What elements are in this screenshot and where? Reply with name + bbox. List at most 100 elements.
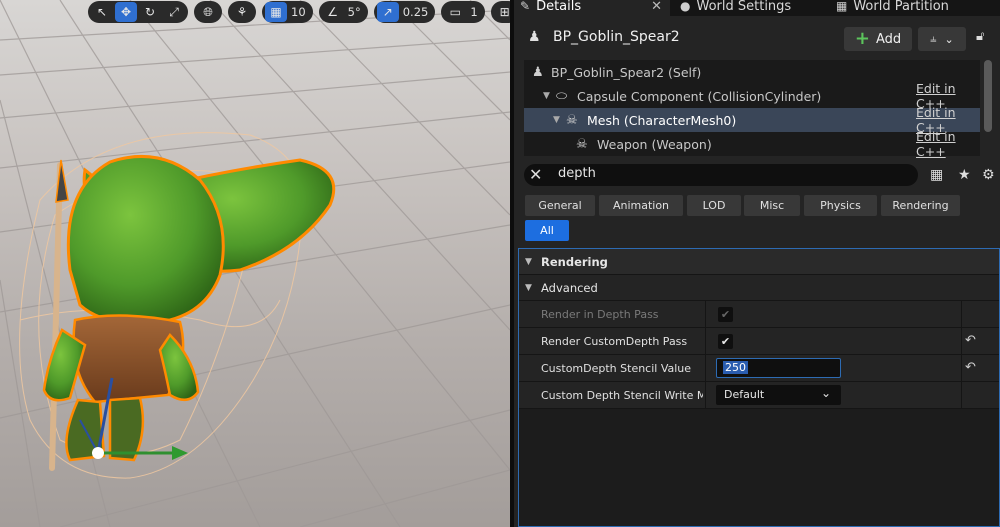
plus-icon: + [854,28,870,49]
tab-details[interactable]: ✎ Details ✕ [514,0,670,16]
search-value: depth [558,166,596,181]
component-label: Capsule Component (CollisionCylinder) [577,88,822,104]
lock-icon[interactable]: 🔓︎ [976,29,984,44]
category-label: Rendering [541,254,608,269]
tab-world-partition-label: World Partition [853,0,949,14]
camera-icon[interactable]: ▭ [444,2,466,22]
stencil-write-mask-dropdown[interactable]: Default ⌄ [716,385,841,405]
layout-toggle[interactable]: ⊞ [490,1,510,23]
grid-snap-group: ▦ 10 [262,1,313,23]
level-viewport[interactable]: ↖ ✥ ↻ ⤢ 🌐︎ ⚘ ▦ 10 ∠ 5° ↗ 0.25 ▭ 1 ⊞ [0,0,510,527]
filter-physics[interactable]: Physics [804,195,877,216]
component-label: BP_Goblin_Spear2 (Self) [551,64,702,80]
scale-snap-icon[interactable]: ↗ [376,2,399,22]
tab-details-label: Details [536,0,582,14]
panel-tabs: ✎ Details ✕ ● World Settings ▦ World Par… [514,0,1000,16]
search-input[interactable]: ✕ depth [524,164,918,186]
property-name: Render CustomDepth Pass [541,335,688,348]
pawn-icon: ♟ [532,64,544,80]
rotate-icon[interactable]: ↻ [139,2,161,22]
divider [705,328,706,354]
tree-row-self[interactable]: ♟ BP_Goblin_Spear2 (Self) [524,60,980,84]
component-tree: ♟ BP_Goblin_Spear2 (Self) ▼ ⬭ Capsule Co… [524,60,980,159]
layout-grid-icon[interactable]: ⊞ [494,2,510,22]
blueprint-options-button[interactable]: ⫨ ⌄ [918,27,966,51]
grid-snap-icon[interactable]: ▦ [265,2,287,22]
divider [961,355,962,381]
select-icon[interactable]: ↖ [91,2,113,22]
tree-row-mesh[interactable]: ▼ ☠ Mesh (CharacterMesh0) Edit in C++ [524,105,980,135]
close-icon[interactable]: ✕ [651,0,662,14]
collapse-arrow-icon: ▼ [525,256,532,267]
filter-rendering[interactable]: Rendering [881,195,960,216]
world-space-toggle[interactable]: 🌐︎ [194,1,222,23]
tree-scrollbar[interactable] [984,60,992,132]
filter-lod[interactable]: LOD [687,195,741,216]
table-view-icon[interactable]: ▦ [930,167,943,183]
globe-icon: ● [680,0,691,13]
filter-general[interactable]: General [525,195,595,216]
actor-name: BP_Goblin_Spear2 [553,29,680,45]
divider [961,382,962,408]
viewport-toolbar: ↖ ✥ ↻ ⤢ 🌐︎ ⚘ ▦ 10 ∠ 5° ↗ 0.25 ▭ 1 ⊞ [88,0,510,24]
pawn-icon: ♟ [528,29,541,45]
scale-snap-value[interactable]: 0.25 [401,5,433,19]
star-icon[interactable]: ★ [958,167,971,183]
skeleton-icon: ☠ [566,112,578,128]
reset-to-default-icon[interactable]: ↶ [965,360,976,375]
divider [961,328,962,354]
rotation-snap-value[interactable]: 5° [346,5,365,19]
divider [705,355,706,381]
tab-world-partition[interactable]: ▦ World Partition [836,0,949,16]
clear-search-icon[interactable]: ✕ [529,165,542,184]
property-row: Render CustomDepth Pass ✔ ↶ [519,328,999,355]
move-icon[interactable]: ✥ [115,2,137,22]
camera-speed-value[interactable]: 1 [468,5,481,19]
property-name: Render in Depth Pass [541,308,659,321]
pencil-icon: ✎ [520,0,531,13]
actor-header: ♟ BP_Goblin_Spear2 + Add ⫨ ⌄ 🔓︎ [514,26,1000,52]
capsule-icon: ⬭ [556,88,568,104]
property-name: Custom Depth Stencil Write M... [541,389,703,402]
category-rendering[interactable]: ▼ Rendering [519,249,999,275]
filter-misc[interactable]: Misc [744,195,800,216]
collapse-arrow-icon[interactable]: ▼ [543,91,550,101]
gear-icon[interactable]: ⚙ [982,167,995,183]
scale-icon[interactable]: ⤢ [163,2,185,22]
surface-snap-icon[interactable]: ⚘ [231,2,253,22]
angle-icon[interactable]: ∠ [322,2,344,22]
globe-icon[interactable]: 🌐︎ [197,2,219,22]
render-customdepth-pass-checkbox[interactable]: ✔ [718,334,733,349]
skeleton-icon: ☠ [576,136,588,152]
transform-tools: ↖ ✥ ↻ ⤢ [88,1,188,23]
surface-snap-toggle[interactable]: ⚘ [228,1,256,23]
chevron-down-icon: ⌄ [944,32,954,46]
stencil-value-input[interactable]: 250 [716,358,841,378]
collapse-arrow-icon: ▼ [525,282,532,293]
property-row: Custom Depth Stencil Write M... Default … [519,382,999,409]
tab-world-settings[interactable]: ● World Settings [680,0,791,16]
filter-animation[interactable]: Animation [599,195,683,216]
grid-icon: ▦ [836,0,848,13]
category-label: Advanced [541,280,598,295]
render-in-depth-pass-checkbox[interactable]: ✔ [718,307,733,322]
edit-in-cpp-link[interactable]: Edit in C++ [916,129,980,159]
component-label: Weapon (Weapon) [597,136,712,152]
reset-to-default-icon[interactable]: ↶ [965,333,976,348]
floor-grid [0,0,510,527]
collapse-arrow-icon[interactable]: ▼ [553,115,560,125]
grid-snap-value[interactable]: 10 [289,5,310,19]
add-component-button[interactable]: + Add [844,27,912,51]
tree-row-capsule[interactable]: ▼ ⬭ Capsule Component (CollisionCylinder… [524,81,980,111]
category-advanced[interactable]: ▼ Advanced [519,275,999,301]
tab-world-settings-label: World Settings [696,0,792,14]
property-name: CustomDepth Stencil Value [541,362,692,375]
filter-all[interactable]: All [525,220,569,241]
hierarchy-icon: ⫨ [930,32,937,45]
scale-snap-group: ↗ 0.25 [373,1,436,23]
tree-row-weapon[interactable]: ☠ Weapon (Weapon) Edit in C++ [524,129,980,159]
add-label: Add [875,31,902,47]
divider [705,301,706,327]
camera-speed-group: ▭ 1 [441,1,485,23]
property-grid: ▼ Rendering ▼ Advanced Render in Depth P… [518,248,1000,527]
